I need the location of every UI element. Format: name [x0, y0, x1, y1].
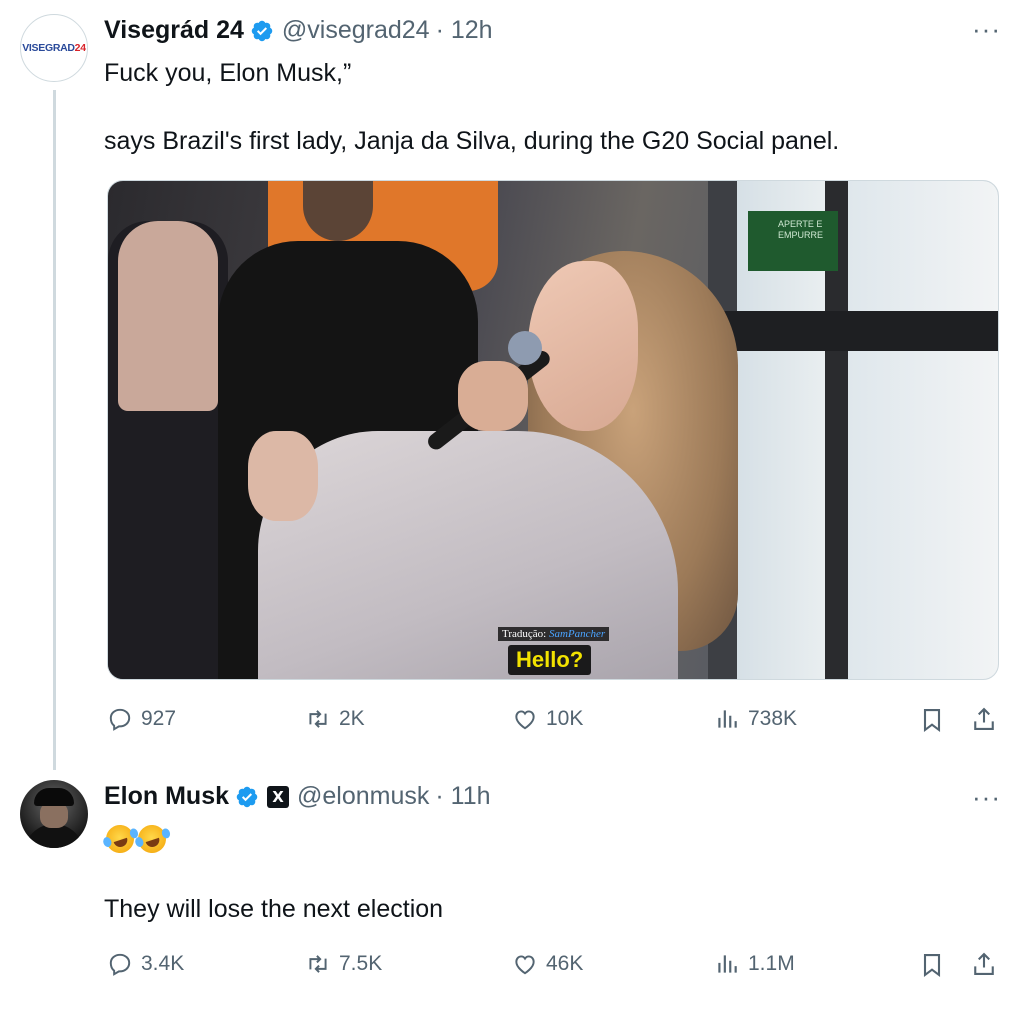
- microphone-head: [508, 331, 542, 365]
- translation-credit: Tradução: SamPancher: [498, 627, 610, 641]
- repost-count: 2K: [339, 707, 365, 730]
- views-button[interactable]: 1.1M: [714, 951, 795, 977]
- bookmark-button[interactable]: [918, 951, 954, 979]
- door-handle-bar: [708, 311, 998, 351]
- emoji-row: [102, 821, 170, 857]
- more-options-icon[interactable]: ···: [972, 14, 1001, 45]
- like-icon: [515, 955, 535, 975]
- rolling-laughing-emoji-icon: [134, 821, 170, 857]
- woman-raised-hand: [248, 431, 318, 521]
- reply-button[interactable]: 927: [107, 706, 176, 732]
- like-button[interactable]: 46K: [512, 951, 583, 977]
- woman-face: [528, 261, 638, 431]
- repost-icon: [309, 955, 327, 973]
- visegrad-avatar[interactable]: VISEGRAD24: [20, 14, 88, 82]
- rolling-laughing-emoji-icon: [102, 821, 138, 857]
- author-name[interactable]: Visegrád 24: [104, 16, 244, 45]
- exit-sign-text: APERTE E EMPURRE: [778, 219, 824, 240]
- tweet-video-thumbnail[interactable]: APERTE E EMPURRE Tradução: SamPancher He…: [107, 180, 999, 680]
- thread-connector-line: [53, 90, 56, 770]
- background-person: [118, 221, 218, 411]
- tweet-text-line: Fuck you, Elon Musk,”: [104, 59, 352, 87]
- verified-icon: [251, 20, 273, 41]
- verified-icon: [236, 786, 258, 807]
- repost-button[interactable]: 2K: [305, 706, 365, 732]
- views-icon: [718, 955, 737, 973]
- reply-icon: [109, 708, 131, 731]
- repost-button[interactable]: 7.5K: [305, 951, 382, 977]
- reply-button[interactable]: 3.4K: [107, 951, 184, 977]
- more-options-icon[interactable]: ···: [972, 782, 1001, 813]
- exit-sign: APERTE E EMPURRE: [748, 211, 838, 271]
- woman-hand: [458, 361, 528, 431]
- reply-icon: [109, 953, 131, 976]
- bookmark-icon: [923, 954, 941, 978]
- views-icon: [718, 710, 737, 728]
- reply-count: 927: [141, 707, 177, 730]
- tweet2-header: Elon Musk X @elonmusk · 11h: [104, 782, 491, 811]
- tweet-timestamp[interactable]: · 11h: [435, 782, 490, 811]
- author-handle[interactable]: @elonmusk: [297, 782, 429, 811]
- share-button[interactable]: [970, 950, 1006, 978]
- like-icon: [515, 710, 535, 730]
- share-icon: [974, 952, 994, 975]
- like-button[interactable]: 10K: [512, 706, 583, 732]
- reply-count: 3.4K: [141, 952, 185, 975]
- video-subtitle: Hello?: [508, 645, 592, 675]
- repost-count: 7.5K: [339, 952, 383, 975]
- bookmark-icon: [923, 709, 941, 733]
- like-count: 10K: [546, 707, 584, 730]
- views-count: 738K: [748, 707, 798, 730]
- like-count: 46K: [546, 952, 584, 975]
- share-button[interactable]: [970, 705, 1006, 733]
- elon-musk-avatar[interactable]: [20, 780, 88, 848]
- tweet1-header: Visegrád 24 @visegrad24 · 12h: [104, 16, 493, 45]
- bookmark-button[interactable]: [918, 706, 954, 734]
- woman-body: [258, 431, 678, 679]
- views-button[interactable]: 738K: [714, 706, 797, 732]
- author-handle[interactable]: @visegrad24: [282, 16, 430, 45]
- tweet-timestamp[interactable]: · 12h: [436, 16, 493, 45]
- x-affiliation-badge-icon[interactable]: X: [267, 785, 290, 808]
- share-icon: [974, 707, 994, 730]
- tweet-text-line: says Brazil's first lady, Janja da Silva…: [104, 127, 840, 155]
- avatar-hat: [34, 788, 74, 806]
- repost-icon: [309, 710, 327, 728]
- views-count: 1.1M: [748, 952, 795, 975]
- author-name[interactable]: Elon Musk: [104, 782, 229, 811]
- avatar-logo-text: VISEGRAD24: [22, 42, 86, 54]
- tweet-text: They will lose the next election: [104, 895, 444, 923]
